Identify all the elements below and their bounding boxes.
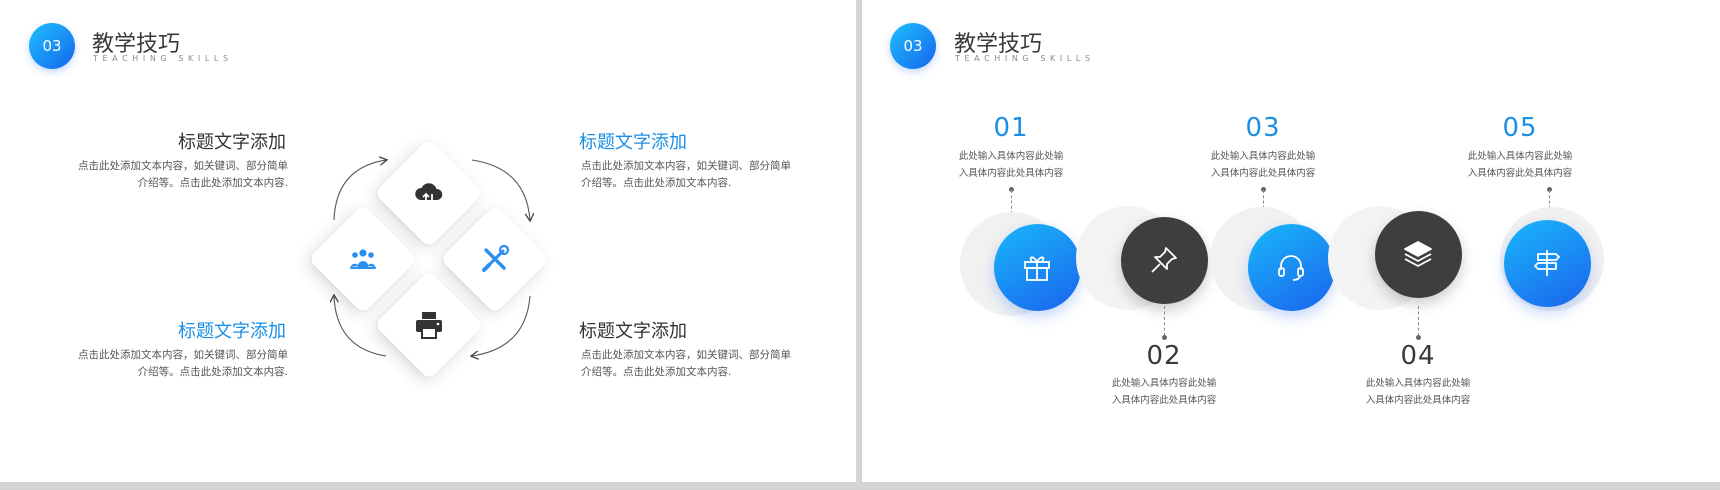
step-number-04: 04: [1400, 341, 1436, 371]
block-text-top-left: 点击此处添加文本内容，如关键词、部分简单 介绍等。点击此处添加文本内容.: [64, 158, 288, 192]
connector-line: [1418, 306, 1420, 336]
block-title-bottom-right: 标题文字添加: [579, 321, 687, 342]
section-number-badge: 03: [890, 23, 936, 69]
cloud-transfer-icon: [412, 176, 446, 210]
step-desc-line: 入具体内容此处具体内容: [1467, 168, 1573, 179]
step-desc-01: 此处输入具体内容此处输 入具体内容此处具体内容: [946, 148, 1076, 182]
step-desc-line: 入具体内容此处具体内容: [958, 168, 1064, 179]
block-text-top-right: 点击此处添加文本内容，如关键词、部分简单 介绍等。点击此处添加文本内容.: [581, 158, 805, 192]
slide-right: 03 教学技巧 TEACHING SKILLS 01 此处输入具体内容此处输 入…: [862, 0, 1720, 482]
block-text-line: 介绍等。点击此处添加文本内容.: [137, 177, 288, 189]
slide-left: 03 教学技巧 TEACHING SKILLS 标题文字添加 点击此处添加文本内…: [0, 0, 856, 482]
step-desc-line: 入具体内容此处具体内容: [1111, 395, 1217, 406]
headset-icon: [1273, 249, 1309, 285]
step-number-01: 01: [993, 113, 1029, 143]
step-desc-02: 此处输入具体内容此处输 入具体内容此处具体内容: [1099, 375, 1229, 409]
connector-dot: [1162, 335, 1167, 340]
printer-icon: [412, 308, 446, 342]
connector-line: [1011, 190, 1013, 214]
connector-dot: [1416, 335, 1421, 340]
pin-icon: [1146, 242, 1182, 278]
layers-icon: [1400, 236, 1436, 272]
step-number-03: 03: [1245, 113, 1281, 143]
block-text-bottom-left: 点击此处添加文本内容，如关键词、部分简单 介绍等。点击此处添加文本内容.: [64, 347, 288, 381]
block-text-line: 介绍等。点击此处添加文本内容.: [581, 177, 732, 189]
tools-icon: [478, 242, 512, 276]
block-text-line: 点击此处添加文本内容，如关键词、部分简单: [581, 160, 791, 172]
connector-line: [1164, 306, 1166, 336]
step-number-05: 05: [1502, 113, 1538, 143]
section-number-badge: 03: [29, 23, 75, 69]
block-title-bottom-left: 标题文字添加: [178, 321, 286, 342]
page-subtitle: TEACHING SKILLS: [955, 54, 1095, 63]
block-text-line: 点击此处添加文本内容，如关键词、部分简单: [581, 349, 791, 361]
step-number-02: 02: [1146, 341, 1182, 371]
step-desc-line: 此处输入具体内容此处输: [958, 151, 1064, 162]
step-desc-line: 入具体内容此处具体内容: [1365, 395, 1471, 406]
step-desc-line: 此处输入具体内容此处输: [1111, 378, 1217, 389]
page-subtitle: TEACHING SKILLS: [93, 54, 233, 63]
block-text-bottom-right: 点击此处添加文本内容，如关键词、部分简单 介绍等。点击此处添加文本内容.: [581, 347, 805, 381]
step-desc-05: 此处输入具体内容此处输 入具体内容此处具体内容: [1455, 148, 1585, 182]
block-text-line: 介绍等。点击此处添加文本内容.: [581, 366, 732, 378]
block-title-top-right: 标题文字添加: [579, 132, 687, 153]
block-text-line: 介绍等。点击此处添加文本内容.: [137, 366, 288, 378]
step-desc-line: 此处输入具体内容此处输: [1365, 378, 1471, 389]
signpost-icon: [1529, 245, 1565, 281]
step-desc-03: 此处输入具体内容此处输 入具体内容此处具体内容: [1198, 148, 1328, 182]
gift-icon: [1019, 249, 1055, 285]
step-desc-line: 此处输入具体内容此处输: [1467, 151, 1573, 162]
team-icon: [346, 242, 380, 276]
block-text-line: 点击此处添加文本内容，如关键词、部分简单: [78, 160, 288, 172]
step-desc-line: 入具体内容此处具体内容: [1210, 168, 1316, 179]
step-desc-line: 此处输入具体内容此处输: [1210, 151, 1316, 162]
block-text-line: 点击此处添加文本内容，如关键词、部分简单: [78, 349, 288, 361]
block-title-top-left: 标题文字添加: [178, 132, 286, 153]
step-desc-04: 此处输入具体内容此处输 入具体内容此处具体内容: [1353, 375, 1483, 409]
